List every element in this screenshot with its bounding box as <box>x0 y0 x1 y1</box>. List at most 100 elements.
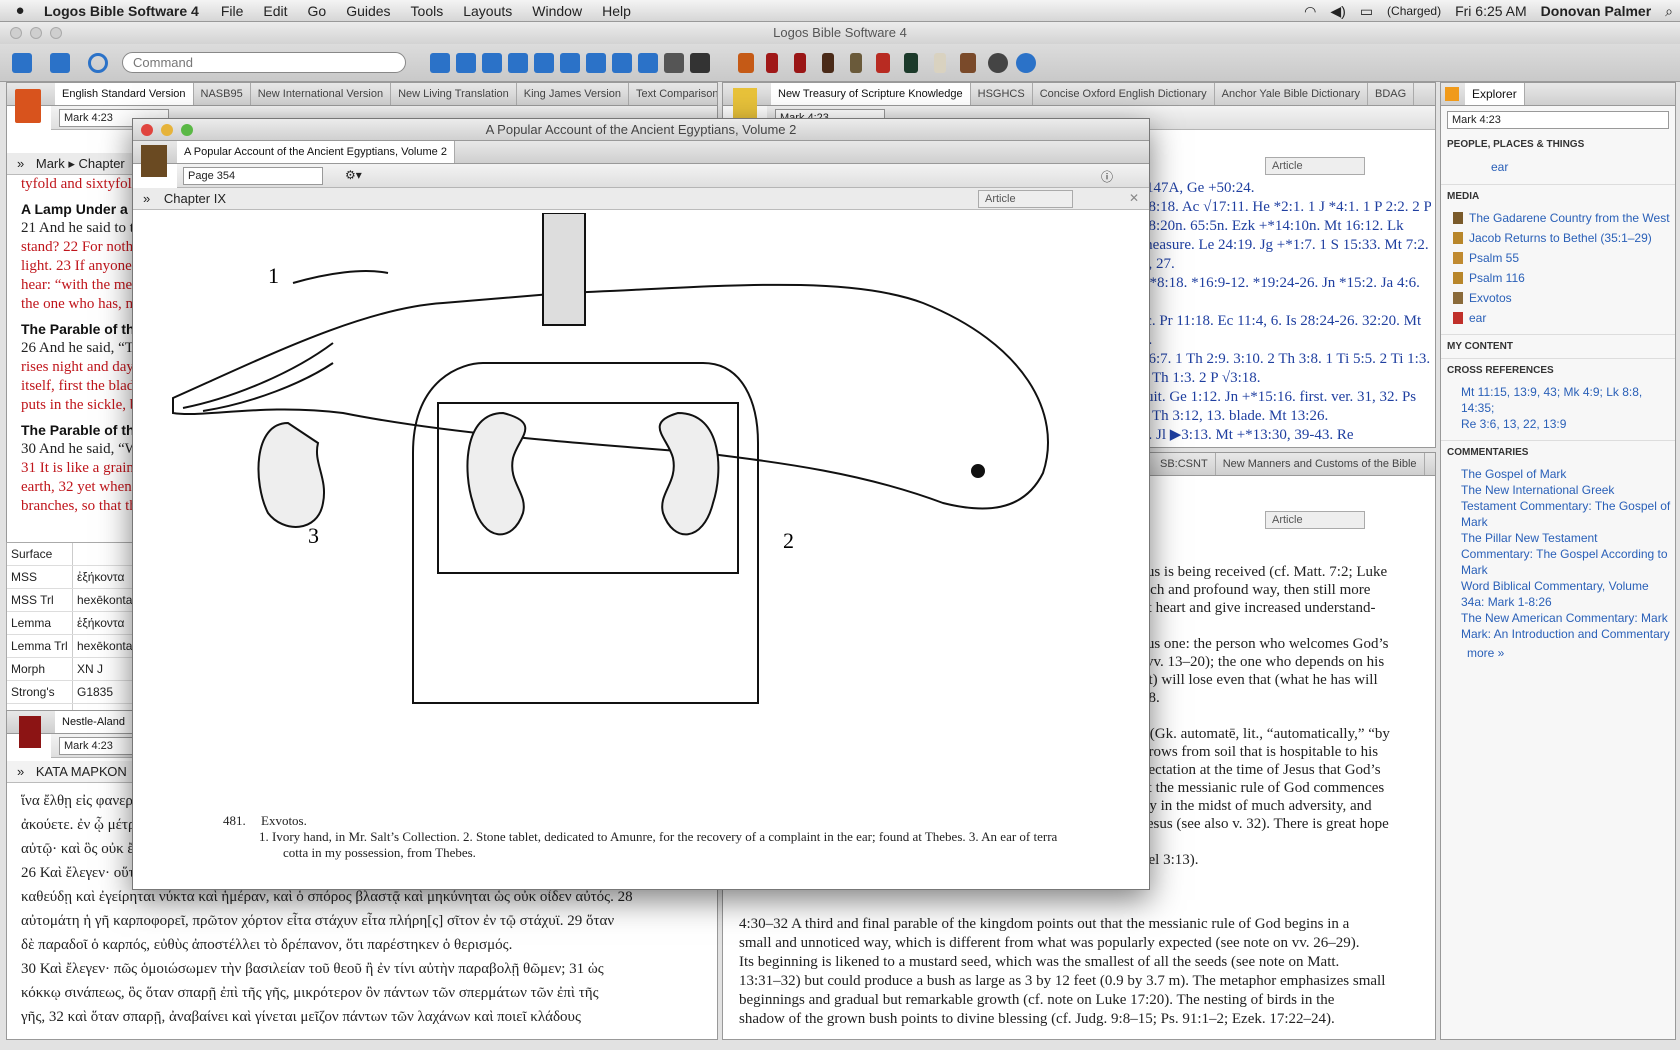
na-book-icon[interactable] <box>19 716 41 748</box>
tsk-line[interactable]: 1 Th 3:12, 13. blade. Mt 13:26. <box>1141 407 1431 426</box>
chapter-label[interactable]: Chapter IX <box>164 191 226 206</box>
menu-edit[interactable]: Edit <box>253 3 297 19</box>
page-input[interactable]: Page 354 <box>183 167 323 185</box>
media-heading[interactable]: MEDIA <box>1441 184 1675 208</box>
xref-line-1[interactable]: Mt 11:15, 13:9, 43; Mk 4:9; Lk 8:8, 14:3… <box>1461 384 1671 416</box>
volume-icon[interactable]: ◀) <box>1323 3 1352 20</box>
notes-icon[interactable] <box>586 53 606 73</box>
bible-word-study-icon[interactable] <box>508 53 528 73</box>
tsk-book-icon[interactable] <box>733 88 757 122</box>
commentary-link[interactable]: The New International Greek Testament Co… <box>1461 482 1671 530</box>
tab-tsk[interactable]: New Treasury of Scripture Knowledge <box>771 83 971 105</box>
clock[interactable]: Fri 6:25 AM <box>1448 3 1534 19</box>
book-icon-7[interactable] <box>904 53 918 73</box>
tab-anchor-yale[interactable]: Anchor Yale Bible Dictionary <box>1215 83 1369 105</box>
download-icon[interactable] <box>988 53 1008 73</box>
topic-guide-icon[interactable] <box>534 53 554 73</box>
media-item[interactable]: Jacob Returns to Bethel (35:1–29) <box>1441 228 1675 248</box>
media-item[interactable]: Psalm 116 <box>1441 268 1675 288</box>
tab-bdag[interactable]: BDAG <box>1368 83 1415 105</box>
media-item[interactable]: Psalm 55 <box>1441 248 1675 268</box>
explorer-reference-input[interactable]: Mark 4:23 <box>1447 111 1669 129</box>
morph-value[interactable] <box>73 547 77 561</box>
battery-icon[interactable]: ▭ <box>1353 3 1380 20</box>
help-circle-icon[interactable]: ⓘ <box>1101 168 1113 185</box>
cross-references-heading[interactable]: CROSS REFERENCES <box>1441 358 1675 382</box>
tsk-line[interactable]: measure. Le 24:19. Jg +*1:7. 1 S 15:33. … <box>1141 236 1431 255</box>
close-button[interactable] <box>10 27 22 39</box>
people-places-heading[interactable]: PEOPLE, PLACES & THINGS <box>1441 133 1675 156</box>
ppt-ear-link[interactable]: ear <box>1441 156 1675 184</box>
menu-go[interactable]: Go <box>298 3 337 19</box>
tsk-line[interactable] <box>1141 293 1431 312</box>
morph-value[interactable]: XN J <box>73 662 103 676</box>
wifi-icon[interactable]: ◠ <box>1297 3 1323 20</box>
tab-nestle-aland[interactable]: Nestle-Aland <box>55 711 133 733</box>
commentary-link[interactable]: Mark: An Introduction and Commentary <box>1461 626 1671 642</box>
exegetical-guide-icon[interactable] <box>456 53 476 73</box>
tab-esv[interactable]: English Standard Version <box>55 83 194 105</box>
tsk-line[interactable]: 6, 27. <box>1141 255 1431 274</box>
popup-expand-icon[interactable]: » <box>143 191 150 206</box>
tsk-line[interactable]: 26:7. 1 Th 2:9. 3:10. 2 Th 3:8. 1 Ti 5:5… <box>1141 350 1431 369</box>
tab-explorer[interactable]: Explorer <box>1465 83 1525 105</box>
tsk-line[interactable]: *8:20n. 65:5n. Ezk +*14:10n. Mt 16:12. L… <box>1141 217 1431 236</box>
morph-value[interactable]: ἐξήκοντα <box>73 570 124 584</box>
popup-panel-close-icon[interactable]: ✕ <box>1129 191 1139 205</box>
tsk-line[interactable]: *8:18. Ac √17:11. He *2:1. 1 J *4:1. 1 P… <box>1141 198 1431 217</box>
passage-guide-icon[interactable] <box>430 53 450 73</box>
popup-zoom-button[interactable] <box>181 124 193 136</box>
tsk-line[interactable]: 1 Th 1:3. 2 P √3:18. <box>1141 369 1431 388</box>
popup-close-button[interactable] <box>141 124 153 136</box>
tab-egyptians[interactable]: A Popular Account of the Ancient Egyptia… <box>177 141 455 163</box>
user-name[interactable]: Donovan Palmer <box>1534 3 1658 19</box>
menu-help[interactable]: Help <box>592 3 641 19</box>
tab-oxford[interactable]: Concise Oxford English Dictionary <box>1033 83 1215 105</box>
popup-minimize-button[interactable] <box>161 124 173 136</box>
media-link[interactable]: ear <box>1469 311 1486 325</box>
morph-value[interactable]: hexēkonta <box>73 639 132 653</box>
tsk-line[interactable]: tc. Pr 11:18. Ec 11:4, 6. Is 28:24-26. 3… <box>1141 312 1431 331</box>
more-commentaries-link[interactable]: more » <box>1441 642 1675 660</box>
sermon-starter-icon[interactable] <box>560 53 580 73</box>
media-item[interactable]: Exvotos <box>1441 288 1675 308</box>
greek-expand-icon[interactable]: » <box>17 764 24 779</box>
greek-book-title[interactable]: ΚΑΤΑ ΜΑΡΚΟΝ <box>36 764 127 779</box>
app-menu[interactable]: Logos Bible Software 4 <box>40 3 211 19</box>
book-icon-2[interactable] <box>766 53 778 73</box>
menu-window[interactable]: Window <box>522 3 592 19</box>
menu-guides[interactable]: Guides <box>336 3 400 19</box>
media-link[interactable]: Psalm 116 <box>1469 271 1525 285</box>
esv-book-icon[interactable] <box>15 89 41 123</box>
command-input[interactable]: Command <box>122 52 406 73</box>
favorites-icon[interactable] <box>612 53 632 73</box>
media-link[interactable]: Psalm 55 <box>1469 251 1519 265</box>
minimize-button[interactable] <box>30 27 42 39</box>
tab-nlt[interactable]: New Living Translation <box>391 83 517 105</box>
my-content-heading[interactable]: MY CONTENT <box>1441 334 1675 358</box>
word-study-icon[interactable] <box>482 53 502 73</box>
menu-tools[interactable]: Tools <box>401 3 454 19</box>
commentaries-heading[interactable]: COMMENTARIES <box>1441 440 1675 464</box>
commentary-link[interactable]: The New American Commentary: Mark <box>1461 610 1671 626</box>
tsk-line[interactable]: 5. <box>1141 331 1431 350</box>
share-icon[interactable]: ⚙▾ <box>345 168 362 182</box>
breadcrumb-expand-icon[interactable]: » <box>17 156 24 171</box>
book-icon-5[interactable] <box>850 53 862 73</box>
media-link[interactable]: The Gadarene Country from the West <box>1469 211 1670 225</box>
search-icon[interactable] <box>88 53 108 73</box>
tab-manners-customs[interactable]: New Manners and Customs of the Bible <box>1216 453 1425 475</box>
console-icon[interactable] <box>690 53 710 73</box>
library-icon[interactable] <box>50 53 70 73</box>
tab-kjv[interactable]: King James Version <box>517 83 629 105</box>
media-link[interactable]: Jacob Returns to Bethel (35:1–29) <box>1469 231 1652 245</box>
commentary-link[interactable]: The Gospel of Mark <box>1461 466 1671 482</box>
tsk-line[interactable]: ruit. Ge 1:12. Jn +*15:16. first. ver. 3… <box>1141 388 1431 407</box>
commentary-link[interactable]: Word Biblical Commentary, Volume 34a: Ma… <box>1461 578 1671 610</box>
book-icon-9[interactable] <box>960 53 976 73</box>
menu-file[interactable]: File <box>211 3 254 19</box>
book-icon-6[interactable] <box>876 53 890 73</box>
book-icon-4[interactable] <box>822 53 834 73</box>
tsk-line[interactable]: +*8:18. *16:9-12. *19:24-26. Jn *15:2. J… <box>1141 274 1431 293</box>
tsk-article-select[interactable]: Article <box>1265 157 1365 175</box>
